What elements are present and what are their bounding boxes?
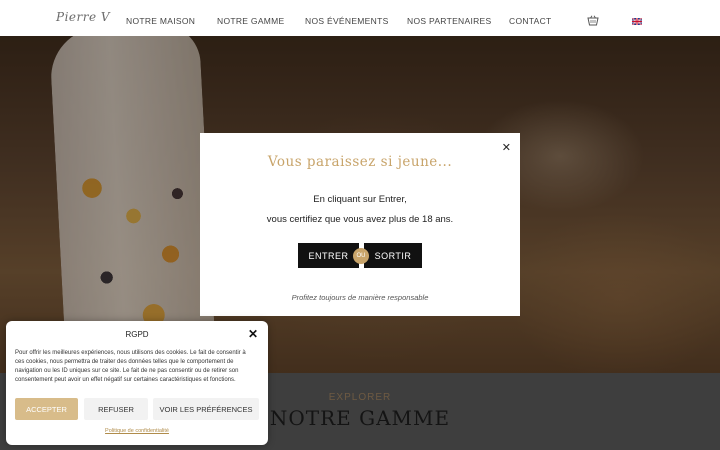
cookie-title: RGPD xyxy=(125,330,149,339)
age-gate-line-1: En cliquant sur Entrer, xyxy=(313,194,407,205)
cookie-description: Pour offrir les meilleures expériences, … xyxy=(15,350,246,383)
nav-contact[interactable]: CONTACT xyxy=(509,16,552,26)
privacy-policy-link[interactable]: Politique de confidentialité xyxy=(6,428,268,434)
nav-nos-evenements[interactable]: NOS ÉVÉNEMENTS xyxy=(305,16,389,26)
or-badge: OU xyxy=(353,248,369,264)
view-preferences-button[interactable]: VOIR LES PRÉFÉRENCES xyxy=(153,398,259,420)
refuse-cookies-button[interactable]: REFUSER xyxy=(84,398,148,420)
enter-button[interactable]: ENTRER xyxy=(298,243,359,268)
uk-flag-icon[interactable] xyxy=(632,18,642,25)
cookie-consent-banner: RGPD ✕ Pour offrir les meilleures expéri… xyxy=(6,321,268,445)
nav-notre-maison[interactable]: NOTRE MAISON xyxy=(126,16,195,26)
accept-cookies-button[interactable]: ACCEPTER xyxy=(15,398,78,420)
close-icon[interactable]: ✕ xyxy=(248,327,258,341)
age-gate-line-2: vous certifiez que vous avez plus de 18 … xyxy=(266,214,454,225)
close-icon[interactable]: ✕ xyxy=(502,141,511,154)
age-gate-footer: Profitez toujours de manière responsable xyxy=(291,293,429,302)
basket-icon[interactable] xyxy=(587,15,599,26)
age-gate-title: Vous paraissez si jeune... xyxy=(267,154,453,170)
nav-nos-partenaires[interactable]: NOS PARTENAIRES xyxy=(407,16,491,26)
nav-notre-gamme[interactable]: NOTRE GAMME xyxy=(217,16,285,26)
exit-button[interactable]: SORTIR xyxy=(364,243,422,268)
site-header: Pierre V NOTRE MAISON NOTRE GAMME NOS ÉV… xyxy=(0,0,720,36)
brand-logo[interactable]: Pierre V xyxy=(56,10,110,24)
age-gate-modal: ✕ Vous paraissez si jeune... En cliquant… xyxy=(200,133,520,316)
